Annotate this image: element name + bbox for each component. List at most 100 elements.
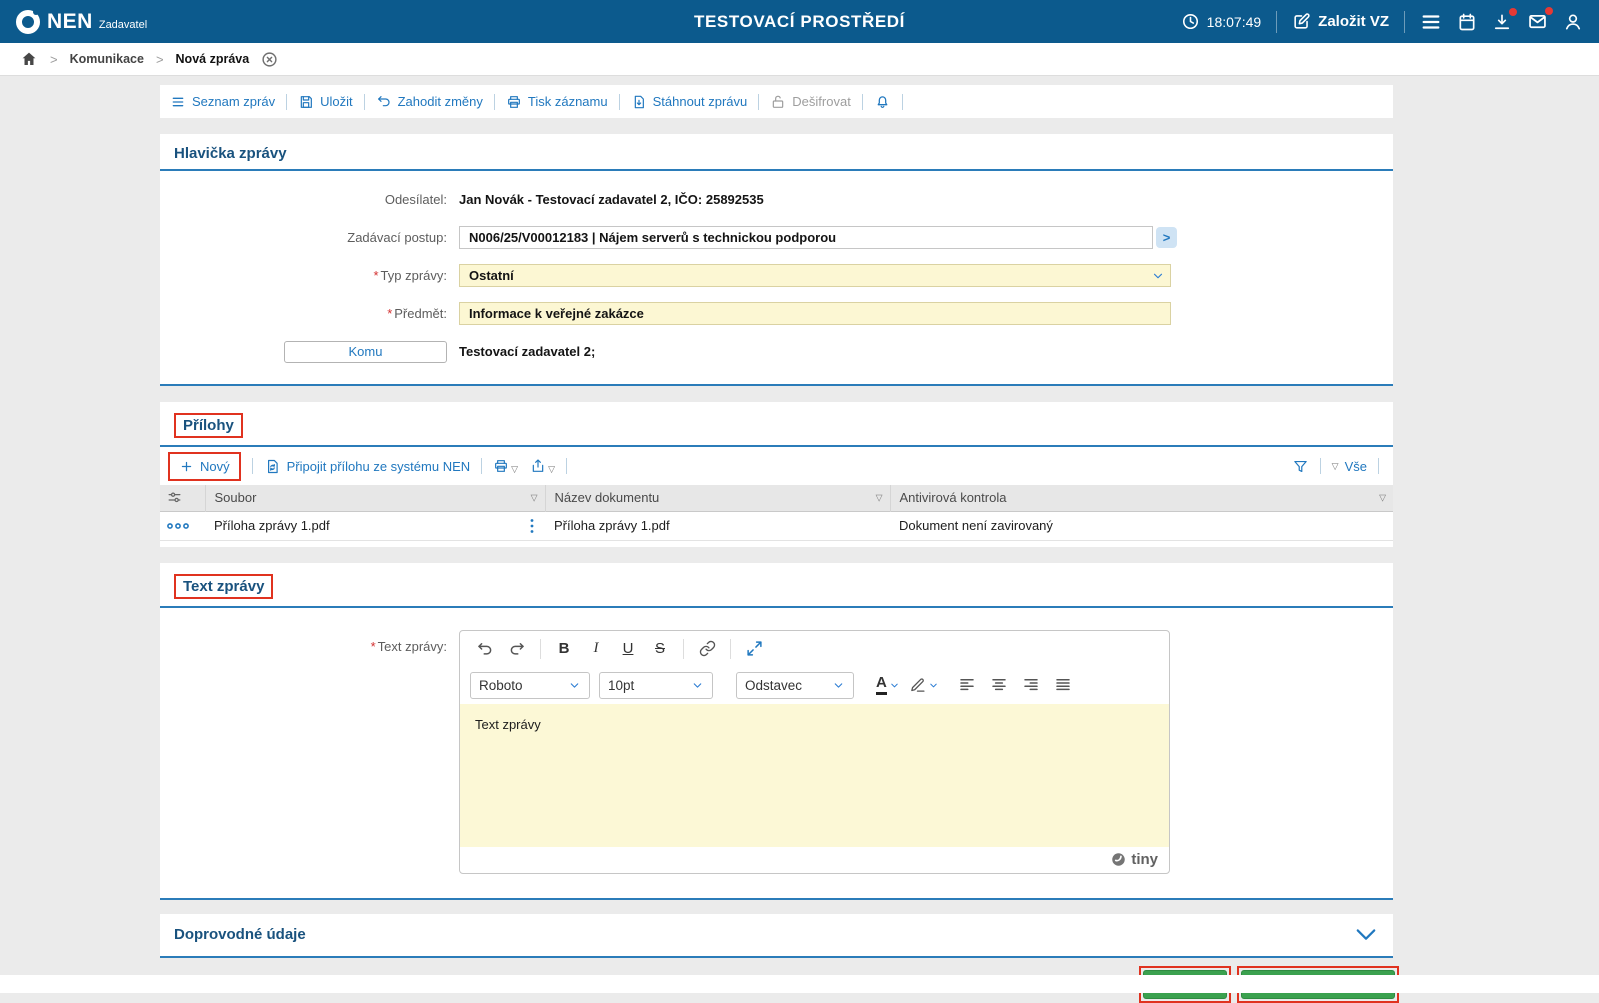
- separator: [618, 93, 620, 110]
- recipients-button[interactable]: Komu: [284, 340, 447, 363]
- table-settings-button[interactable]: [160, 485, 205, 511]
- block-format-select[interactable]: Odstavec: [736, 671, 854, 699]
- save-button[interactable]: Uložit: [298, 94, 353, 110]
- print-record-label: Tisk záznamu: [527, 94, 608, 109]
- text-color-button[interactable]: A: [876, 675, 900, 695]
- create-vz-button[interactable]: Založit VZ: [1292, 12, 1389, 31]
- filter-button[interactable]: [1292, 458, 1309, 475]
- print-attachments-button[interactable]: ▽: [493, 458, 518, 474]
- editor-content[interactable]: Text zprávy: [460, 703, 1169, 847]
- editor-underline-button[interactable]: U: [613, 635, 643, 662]
- annotation-highlight: Nový: [168, 451, 241, 481]
- row-handle-cell[interactable]: [160, 511, 205, 540]
- divider: [540, 638, 541, 659]
- open-procedure-button[interactable]: >: [1156, 227, 1177, 248]
- close-tab-button[interactable]: [261, 51, 278, 68]
- discard-changes-button[interactable]: Zahodit změny: [376, 94, 483, 110]
- expand-section-button[interactable]: [1355, 928, 1377, 942]
- font-size-select[interactable]: 10pt: [599, 671, 713, 699]
- font-family-select[interactable]: Roboto: [470, 671, 590, 699]
- save-icon: [298, 94, 314, 110]
- server-time: 18:07:49: [1181, 12, 1261, 31]
- breadcrumb-separator-icon: >: [155, 51, 164, 67]
- menu-button[interactable]: [1420, 11, 1442, 33]
- editor-bold-button[interactable]: B: [549, 635, 579, 662]
- filter-triangle-icon[interactable]: ▽: [1379, 493, 1386, 502]
- dropdown-triangle-icon: ▽: [511, 464, 519, 474]
- align-center-icon: [992, 679, 1006, 691]
- editor-fullscreen-button[interactable]: [739, 635, 769, 662]
- top-header: NEN Zadavatel TESTOVACÍ PROSTŘEDÍ 18:07:…: [0, 0, 1599, 43]
- editor-redo-button[interactable]: [502, 635, 532, 662]
- printer-icon: [506, 94, 522, 110]
- editor-italic-button[interactable]: I: [581, 635, 611, 662]
- decrypt-button[interactable]: Dešifrovat: [770, 94, 851, 110]
- downloads-button[interactable]: [1492, 7, 1517, 32]
- record-toolbar: Seznam zpráv Uložit Zahodit změny Tisk z…: [160, 85, 1393, 118]
- field-subject: * Předmět: Informace k veřejné zakázce: [160, 301, 1393, 326]
- save-label: Uložit: [320, 94, 353, 109]
- calendar-icon: [1457, 12, 1477, 32]
- breadcrumb-separator-icon: >: [50, 51, 58, 67]
- filter-triangle-icon[interactable]: ▽: [531, 493, 538, 502]
- section-additional-data: Doprovodné údaje: [160, 913, 1393, 958]
- block-format-value: Odstavec: [745, 677, 803, 693]
- editor-link-button[interactable]: [692, 635, 722, 662]
- sender-value: Jan Novák - Testovací zadavatel 2, IČO: …: [459, 192, 764, 207]
- highlight-color-button[interactable]: [909, 677, 939, 694]
- filter-all-button[interactable]: ▽ Vše: [1332, 459, 1367, 474]
- create-vz-label: Založit VZ: [1318, 13, 1389, 30]
- breadcrumb-item-komunikace[interactable]: Komunikace: [70, 52, 144, 66]
- profile-button[interactable]: [1563, 12, 1583, 32]
- editor-strikethrough-button[interactable]: S: [645, 635, 675, 662]
- column-header-antivirova-kontrola[interactable]: Antivirová kontrola ▽: [889, 485, 1393, 511]
- edit-icon: [1292, 12, 1311, 31]
- editor-undo-button[interactable]: [470, 635, 500, 662]
- chevron-down-icon: [834, 682, 843, 688]
- download-message-button[interactable]: Stáhnout zprávu: [631, 94, 747, 110]
- underline-icon: U: [622, 640, 634, 657]
- share-icon: [530, 458, 546, 474]
- chevron-down-icon: [1356, 928, 1376, 940]
- section-title-text-zpravy: Text zprávy: [183, 577, 265, 595]
- calendar-button[interactable]: [1457, 12, 1477, 32]
- home-button[interactable]: [20, 50, 38, 68]
- funnel-icon: [1293, 460, 1307, 472]
- plus-icon: [179, 459, 194, 474]
- subject-input[interactable]: Informace k veřejné zakázce: [459, 302, 1171, 325]
- align-left-button[interactable]: [952, 672, 982, 699]
- messages-button[interactable]: [1527, 7, 1553, 32]
- table-row[interactable]: Příloha zprávy 1.pdf Příloha zprávy 1.pd…: [160, 511, 1393, 540]
- separator: [251, 458, 253, 474]
- field-recipients: Komu Testovací zadavatel 2;: [160, 339, 1393, 364]
- message-type-select[interactable]: Ostatní: [459, 264, 1171, 287]
- separator: [1378, 458, 1379, 474]
- cell-menu-icon[interactable]: [528, 518, 536, 534]
- section-message-header: Hlavička zprávy Odesílatel: Jan Novák - …: [160, 134, 1393, 386]
- attach-document-icon: [264, 458, 281, 475]
- procedure-input[interactable]: N006/25/V00012183 | Nájem serverů s tech…: [459, 226, 1153, 249]
- align-right-button[interactable]: [1016, 672, 1046, 699]
- required-marker: *: [387, 306, 393, 321]
- attach-from-nen-button[interactable]: Připojit přílohu ze systému NEN: [264, 458, 470, 475]
- message-list-button[interactable]: Seznam zpráv: [170, 94, 275, 110]
- notifications-button[interactable]: [874, 93, 891, 110]
- new-attachment-button[interactable]: Nový: [179, 459, 230, 474]
- nen-home-logo[interactable]: NEN Zadavatel: [16, 8, 147, 34]
- align-center-button[interactable]: [984, 672, 1014, 699]
- breadcrumb-item-nova-zprava[interactable]: Nová zpráva: [176, 52, 250, 66]
- align-justify-button[interactable]: [1048, 672, 1078, 699]
- column-header-nazev-dokumentu[interactable]: Název dokumentu ▽: [544, 485, 890, 511]
- attachments-table: Soubor ▽ Název dokumentu ▽ Antivirová kont…: [160, 485, 1393, 541]
- attachments-toolbar: Nový Připojit přílohu ze systému NEN ▽ ▽: [160, 447, 1393, 485]
- print-record-button[interactable]: Tisk záznamu: [506, 94, 608, 110]
- cell-file: Příloha zprávy 1.pdf: [205, 511, 545, 540]
- chevron-down-icon: [1151, 269, 1165, 283]
- strikethrough-icon: S: [654, 640, 665, 657]
- row-menu-icon: [167, 522, 189, 529]
- annotation-highlight: Text zprávy: [174, 573, 274, 599]
- column-header-soubor[interactable]: Soubor ▽: [204, 485, 545, 511]
- filter-triangle-icon[interactable]: ▽: [876, 493, 883, 502]
- message-type-label: * Typ zprávy:: [373, 268, 447, 283]
- export-attachments-button[interactable]: ▽: [530, 458, 555, 474]
